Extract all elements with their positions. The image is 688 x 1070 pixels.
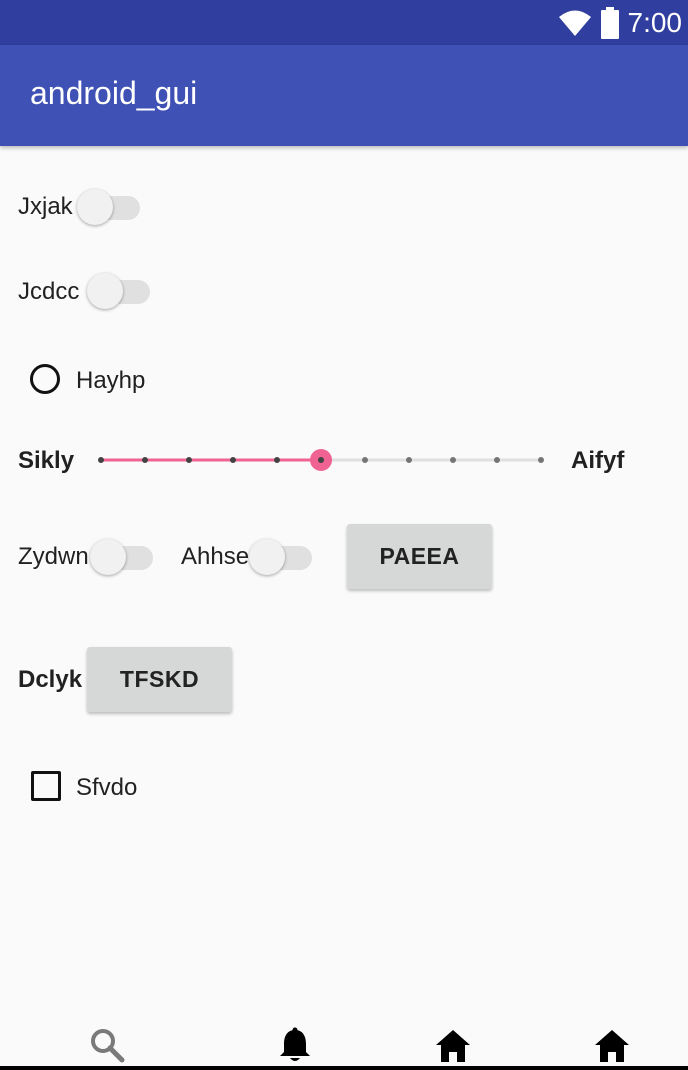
slider-tick [538, 457, 544, 463]
search-icon[interactable] [88, 1026, 126, 1064]
slider-tick [406, 457, 412, 463]
app-bar: android_gui [0, 45, 688, 146]
navigation-bar-edge [0, 1066, 688, 1070]
switch-thumb [87, 273, 123, 309]
slider-tick [450, 457, 456, 463]
app-title: android_gui [30, 75, 198, 111]
switch-thumb [249, 539, 285, 575]
switch-jcdcc-label: Jcdcc [18, 278, 80, 305]
slider-tick [186, 457, 192, 463]
status-icons: 7:00 [558, 4, 683, 42]
slider-tick [142, 457, 148, 463]
radio-hayhp-label[interactable]: Hayhp [76, 367, 145, 395]
checkbox-sfvdo-label[interactable]: Sfvdo [76, 774, 137, 802]
switch-ahhse[interactable] [249, 537, 319, 577]
battery-icon [600, 7, 619, 39]
status-time: 7:00 [627, 7, 683, 38]
switch-jxjak-label: Jxjak [18, 193, 73, 220]
paeea-button[interactable]: PAEEA [347, 524, 492, 589]
slider-tick [230, 457, 236, 463]
discrete-slider[interactable] [96, 440, 550, 480]
slider-tick [494, 457, 500, 463]
status-bar: 7:00 [0, 0, 688, 45]
checkbox-sfvdo[interactable] [31, 771, 61, 801]
slider-tick [98, 457, 104, 463]
slider-left-label: Sikly [18, 447, 75, 474]
wifi-icon [558, 10, 591, 36]
switch-zydwn[interactable] [90, 537, 160, 577]
bottom-navigation [0, 1020, 688, 1070]
bell-icon[interactable] [276, 1026, 314, 1064]
switch-thumb [77, 189, 113, 225]
switch-jcdcc[interactable] [87, 271, 157, 311]
slider-tick [274, 457, 280, 463]
tfskd-button[interactable]: TFSKD [87, 647, 232, 712]
switch-jxjak[interactable] [77, 187, 147, 227]
switch-ahhse-label: Ahhse [181, 543, 250, 570]
switch-thumb [90, 539, 126, 575]
slider-tick [362, 457, 368, 463]
home-icon[interactable] [434, 1026, 472, 1064]
radio-hayhp[interactable] [30, 364, 60, 394]
home-icon[interactable] [593, 1026, 631, 1064]
slider-right-label: Aifyf [571, 447, 625, 474]
dclyk-label: Dclyk [18, 666, 83, 693]
switch-zydwn-label: Zydwn [18, 543, 89, 570]
slider-thumb-tick [318, 457, 324, 463]
